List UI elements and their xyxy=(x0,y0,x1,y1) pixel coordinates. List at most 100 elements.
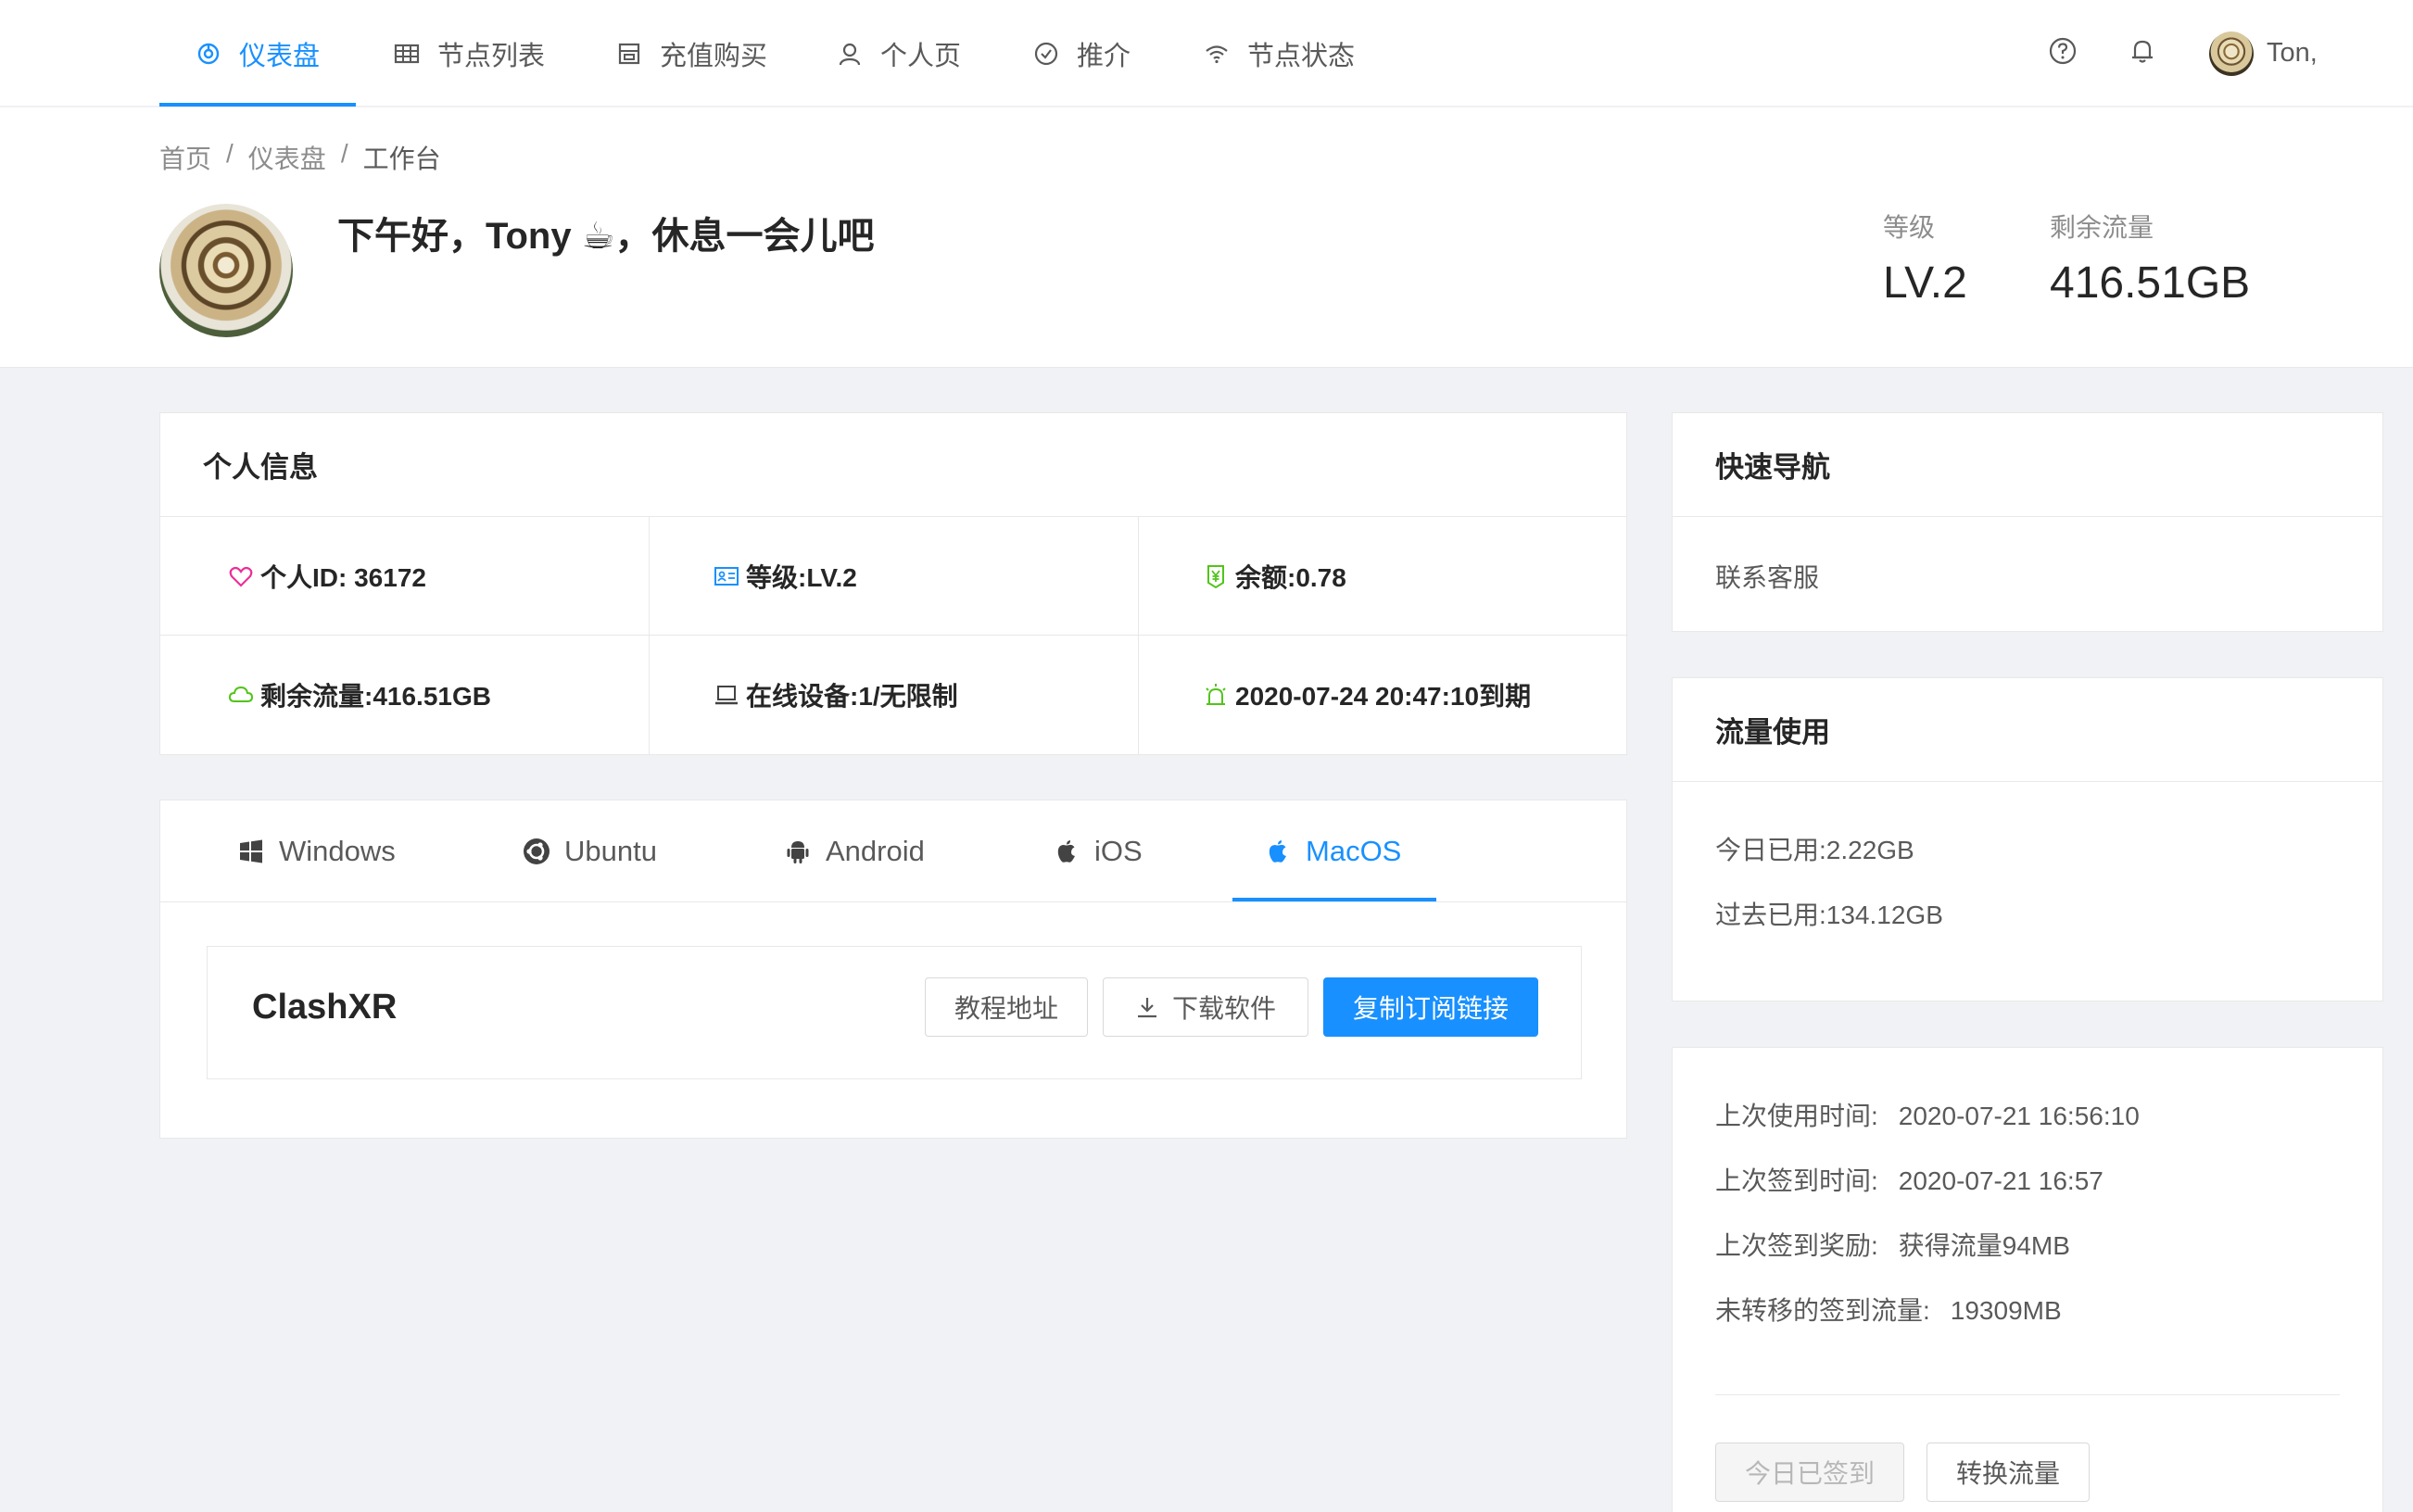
download-button[interactable]: 下载软件 xyxy=(1103,977,1308,1037)
info-text: 在线设备:1/无限制 xyxy=(746,682,958,711)
info-remaining-traffic: 剩余流量:416.51GB xyxy=(160,636,650,754)
table-icon xyxy=(393,40,421,68)
question-icon xyxy=(2048,36,2078,70)
last-used-row: 上次使用时间: 2020-07-21 16:56:10 xyxy=(1715,1096,2140,1133)
laptop-icon xyxy=(713,681,740,709)
kv-value: 19309MB xyxy=(1950,1296,2062,1325)
apple-icon xyxy=(1263,837,1293,866)
top-navigation: 仪表盘 节点列表 充值购买 个人页 推介 节点状态 Ton, xyxy=(0,0,2413,107)
divider xyxy=(1715,1394,2340,1395)
user-name: Ton, xyxy=(2267,38,2318,68)
info-expiry: 2020-07-24 20:47:10到期 xyxy=(1139,636,1628,754)
shop-icon xyxy=(615,40,643,68)
wallet-icon xyxy=(1202,562,1230,590)
notification-button[interactable] xyxy=(2128,0,2157,107)
info-level: 等级:LV.2 xyxy=(650,517,1139,636)
nav-item-dashboard[interactable]: 仪表盘 xyxy=(195,0,320,107)
info-text: 2020-07-24 20:47:10到期 xyxy=(1235,682,1532,711)
client-download-card: Windows Ubuntu Android iOS MacOS ClashXR… xyxy=(159,800,1627,1139)
nav-label: 仪表盘 xyxy=(239,41,321,71)
traffic-value: 416.51GB xyxy=(2050,258,2251,308)
nav-item-recharge[interactable]: 充值购买 xyxy=(615,0,767,107)
tab-label: MacOS xyxy=(1306,835,1402,867)
untransferred-traffic-row: 未转移的签到流量: 19309MB xyxy=(1715,1291,2062,1328)
tab-ios[interactable]: iOS xyxy=(1052,800,1143,902)
page-header: 首页 / 仪表盘 / 工作台 下午好，Tony ☕，休息一会儿吧 等级 LV.2… xyxy=(0,107,2413,368)
checked-in-button[interactable]: 今日已签到 xyxy=(1715,1443,1904,1502)
nav-label: 节点状态 xyxy=(1247,41,1356,71)
breadcrumb-dashboard[interactable]: 仪表盘 xyxy=(248,139,326,176)
breadcrumb-home[interactable]: 首页 xyxy=(159,139,211,176)
nav-label: 推介 xyxy=(1077,41,1131,71)
traffic-label: 剩余流量 xyxy=(2050,213,2154,242)
active-tab-indicator xyxy=(1232,898,1436,901)
convert-traffic-button[interactable]: 转换流量 xyxy=(1927,1443,2090,1502)
breadcrumb-separator: / xyxy=(340,139,348,168)
avatar xyxy=(2209,31,2254,76)
level-stat: 等级 LV.2 xyxy=(1883,208,1967,309)
nav-label: 个人页 xyxy=(880,41,962,71)
nav-item-node-list[interactable]: 节点列表 xyxy=(393,0,545,107)
apple-icon xyxy=(1052,837,1081,866)
tab-macos[interactable]: MacOS xyxy=(1263,800,1401,902)
platform-tabs: Windows Ubuntu Android iOS MacOS xyxy=(160,800,1626,902)
tutorial-button[interactable]: 教程地址 xyxy=(925,977,1088,1037)
nav-label: 节点列表 xyxy=(437,41,546,71)
windows-icon xyxy=(236,837,266,866)
download-icon xyxy=(1135,995,1159,1019)
tab-label: iOS xyxy=(1094,835,1143,867)
last-checkin-row: 上次签到时间: 2020-07-21 16:57 xyxy=(1715,1161,2103,1198)
contact-support-link[interactable]: 联系客服 xyxy=(1715,558,1819,595)
nav-item-referral[interactable]: 推介 xyxy=(1032,0,1131,107)
profile-avatar xyxy=(159,204,293,337)
past-used-text: 过去已用:134.12GB xyxy=(1715,901,1943,929)
info-text: 等级:LV.2 xyxy=(746,562,857,592)
checkin-card: 上次使用时间: 2020-07-21 16:56:10 上次签到时间: 2020-0… xyxy=(1672,1047,2383,1512)
info-text: 余额:0.78 xyxy=(1235,562,1346,592)
help-button[interactable] xyxy=(2048,0,2078,107)
wifi-icon xyxy=(1203,40,1231,68)
card-title: 流量使用 xyxy=(1673,678,2382,782)
kv-label: 未转移的签到流量: xyxy=(1715,1296,1930,1325)
traffic-stat: 剩余流量 416.51GB xyxy=(2050,208,2250,309)
user-menu[interactable]: Ton, xyxy=(2209,0,2318,107)
nav-item-profile[interactable]: 个人页 xyxy=(836,0,961,107)
info-balance: 余额:0.78 xyxy=(1139,517,1628,636)
alert-icon xyxy=(1202,681,1230,709)
kv-value: 获得流量94MB xyxy=(1898,1231,2070,1260)
nav-label: 充值购买 xyxy=(660,41,768,71)
personal-info-card: 个人信息 个人ID: 36172 等级:LV.2 余额:0.78 剩余流量:41… xyxy=(159,412,1628,755)
dashboard-icon xyxy=(195,40,222,68)
kv-value: 2020-07-21 16:56:10 xyxy=(1898,1102,2140,1130)
copy-subscription-button[interactable]: 复制订阅链接 xyxy=(1323,977,1538,1037)
quick-nav-card: 快速导航 联系客服 xyxy=(1672,412,2383,632)
ubuntu-icon xyxy=(522,837,551,866)
breadcrumb: 首页 / 仪表盘 / 工作台 xyxy=(159,139,441,176)
personal-info-grid: 个人ID: 36172 等级:LV.2 余额:0.78 剩余流量:416.51G… xyxy=(160,517,1628,754)
info-user-id: 个人ID: 36172 xyxy=(160,517,650,636)
kv-label: 上次签到时间: xyxy=(1715,1166,1878,1195)
active-nav-indicator xyxy=(159,103,356,107)
user-icon xyxy=(836,40,864,68)
tab-windows[interactable]: Windows xyxy=(236,800,396,902)
cloud-icon xyxy=(227,681,255,709)
nav-item-node-status[interactable]: 节点状态 xyxy=(1203,0,1355,107)
info-text: 个人ID: 36172 xyxy=(260,562,426,592)
download-label: 下载软件 xyxy=(1171,994,1276,1023)
level-label: 等级 xyxy=(1883,213,1936,242)
level-value: LV.2 xyxy=(1883,258,1967,308)
tab-label: Android xyxy=(826,835,925,867)
today-used-text: 今日已用:2.22GB xyxy=(1715,836,1914,864)
android-icon xyxy=(783,837,813,866)
breadcrumb-current: 工作台 xyxy=(362,145,441,173)
info-text: 剩余流量:416.51GB xyxy=(260,682,491,711)
tab-android[interactable]: Android xyxy=(783,800,925,902)
kv-value: 2020-07-21 16:57 xyxy=(1898,1166,2103,1195)
card-title: 个人信息 xyxy=(160,413,1626,517)
idcard-icon xyxy=(713,562,740,590)
tab-label: Ubuntu xyxy=(564,835,657,867)
info-online-devices: 在线设备:1/无限制 xyxy=(650,636,1139,754)
heart-icon xyxy=(227,562,255,590)
kv-label: 上次签到奖励: xyxy=(1715,1231,1878,1260)
tab-ubuntu[interactable]: Ubuntu xyxy=(522,800,657,902)
